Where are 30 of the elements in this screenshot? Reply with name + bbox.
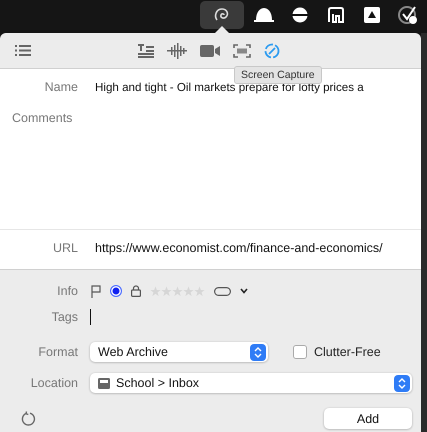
text-mode-icon[interactable] xyxy=(138,44,154,58)
lock-icon[interactable] xyxy=(131,285,141,297)
url-field[interactable]: https://www.economist.com/finance-and-economics/ xyxy=(95,241,383,255)
swirl-icon[interactable] xyxy=(200,1,244,29)
label-pill-icon[interactable] xyxy=(214,286,231,296)
refresh-icon[interactable] xyxy=(21,410,37,426)
stepper-icon[interactable] xyxy=(394,374,410,392)
tags-label: Tags xyxy=(50,310,78,324)
audio-mode-icon[interactable] xyxy=(167,42,187,58)
info-label: Info xyxy=(56,284,78,298)
flag-icon[interactable] xyxy=(91,284,101,298)
inbox-icon xyxy=(98,378,110,388)
location-select[interactable]: School > Inbox xyxy=(90,373,412,393)
name-label: Name xyxy=(44,80,78,94)
add-button[interactable]: Add xyxy=(324,408,412,429)
stepper-icon[interactable] xyxy=(250,344,266,360)
tooltip: Screen Capture xyxy=(234,66,322,84)
frame-mode-icon[interactable] xyxy=(233,44,251,58)
url-label: URL xyxy=(52,241,78,255)
clutter-free-checkbox[interactable] xyxy=(293,345,307,359)
compass-mode-icon[interactable] xyxy=(264,42,280,58)
format-label: Format xyxy=(37,345,78,359)
chevron-icon[interactable] xyxy=(240,288,248,294)
mark-radio[interactable] xyxy=(110,285,122,297)
clutter-free-label: Clutter-Free xyxy=(314,345,381,359)
format-select[interactable]: Web Archive xyxy=(90,342,268,362)
location-label: Location xyxy=(30,376,78,390)
video-mode-icon[interactable] xyxy=(200,44,220,58)
list-icon[interactable] xyxy=(15,45,31,56)
comments-label: Comments xyxy=(11,110,72,125)
